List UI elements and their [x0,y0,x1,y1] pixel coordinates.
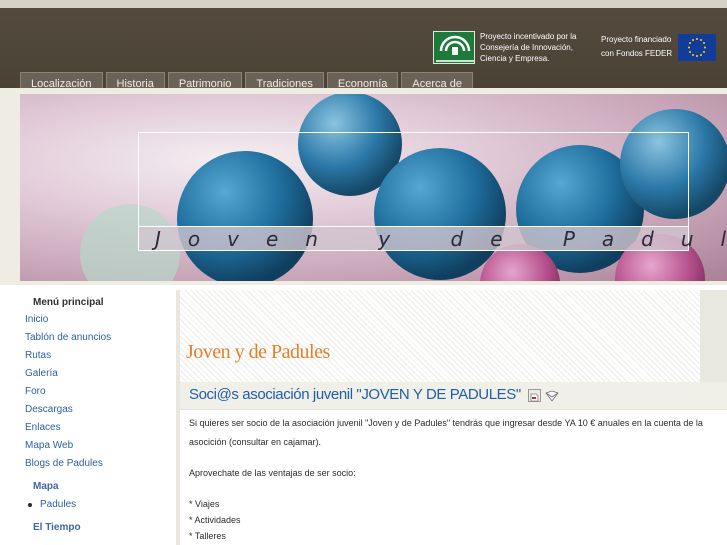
eu-flag-icon[interactable] [678,34,716,61]
article-paragraph-1: Si quieres ser socio de la asociación ju… [189,418,703,447]
benefit-item: * Viajes [189,499,220,509]
sidebar-item-rutas[interactable]: Rutas [0,347,172,365]
mapa-item-padules[interactable]: Padules [0,496,172,514]
email-icon[interactable] [545,389,559,402]
sidebar-item-foro[interactable]: Foro [0,383,172,401]
content-header-background [180,290,727,382]
sponsor-incentivado-text: Proyecto incentivado por la Consejería d… [480,32,577,63]
sidebar-item-inicio[interactable]: Inicio [0,311,172,329]
content-right-column [700,290,727,382]
sidebar-item-galeria[interactable]: Galería [0,365,172,383]
mapa-item-label: Padules [40,499,77,510]
sidebar: Menú principal Inicio Tablón de anuncios… [0,290,172,545]
sidebar-item-mapa-web[interactable]: Mapa Web [0,437,172,455]
benefit-item: * Actividades [189,515,241,525]
article: Soci@s asociación juvenil "JOVEN Y DE PA… [180,382,727,545]
sponsor-financiado-text: Proyecto financiado con Fondos FEDER [601,35,673,58]
site-title: Joven y de Padules [186,341,330,363]
mapa-heading: Mapa [33,481,59,492]
sidebar-item-blogs-de-padules[interactable]: Blogs de Padules [0,455,172,473]
article-paragraph-2: Aprovechate de las ventajas de ser socio… [189,468,356,478]
sidebar-item-descargas[interactable]: Descargas [0,401,172,419]
pdf-icon[interactable] [528,389,541,402]
top-strip [0,0,727,8]
sidebar-item-enlaces[interactable]: Enlaces [0,419,172,437]
article-header: Soci@s asociación juvenil "JOVEN Y DE PA… [180,382,727,410]
banner-title-bar: Joven y de Padules [138,226,727,251]
bullet-icon [28,503,32,507]
banner-area: Joven y de Padules [0,88,727,285]
banner-image: Joven y de Padules [20,94,727,281]
tiempo-heading: El Tiempo [33,522,81,533]
menu-heading: Menú principal [33,297,104,308]
benefit-item: * Talleres [189,531,226,541]
banner-title: Joven y de Padules [155,226,727,251]
sidebar-item-tablon-de-anuncios[interactable]: Tablón de anuncios [0,329,172,347]
junta-de-andalucia-logo-icon[interactable] [433,31,475,64]
article-title[interactable]: Soci@s asociación juvenil "JOVEN Y DE PA… [189,386,521,403]
